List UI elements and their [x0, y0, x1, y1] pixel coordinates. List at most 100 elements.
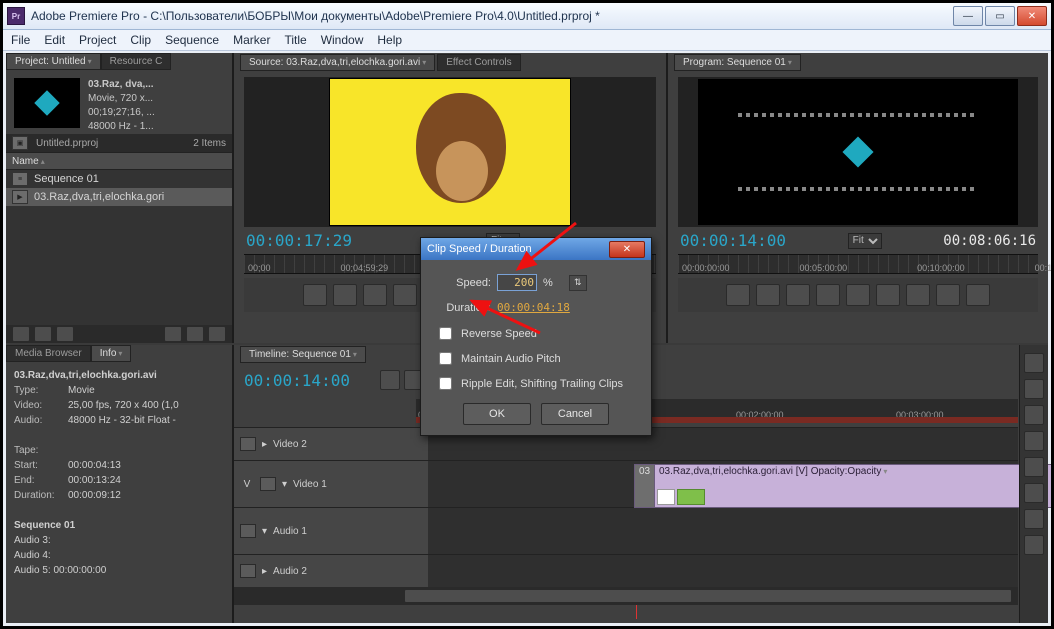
mark-in-button[interactable] [726, 284, 750, 306]
project-file: Untitled.prproj [36, 138, 98, 149]
menu-file[interactable]: File [11, 33, 30, 47]
mark-in-button[interactable] [303, 284, 327, 306]
percent-label: % [543, 277, 553, 289]
track-audio-1: ▾Audio 1 [234, 507, 1018, 554]
new-bin-button[interactable] [164, 326, 182, 342]
app-icon: Pr [7, 7, 25, 25]
clip-thumb-icon [657, 489, 675, 505]
maintain-pitch-label: Maintain Audio Pitch [461, 353, 561, 365]
tab-source[interactable]: Source: 03.Raz,dva,tri,elochka.gori.avi▾ [240, 54, 435, 71]
info-extra-2: Audio 4: [14, 550, 51, 561]
clip-segment[interactable]: 03.Raz,dva,tri,elochka.gori.avi [V] Opac… [654, 464, 1054, 508]
tab-resource[interactable]: Resource C [101, 53, 172, 70]
source-timecode[interactable]: 00:00:17:29 [246, 231, 352, 250]
selection-tool[interactable] [1024, 353, 1044, 373]
mark-out-button[interactable] [756, 284, 780, 306]
minimize-button[interactable]: — [953, 6, 983, 26]
program-timecode-left[interactable]: 00:00:14:00 [680, 231, 786, 250]
export-frame-button[interactable] [966, 284, 990, 306]
dialog-close-button[interactable]: ✕ [609, 241, 645, 258]
track-body[interactable] [428, 555, 1018, 587]
razor-tool[interactable] [1024, 431, 1044, 451]
menu-title[interactable]: Title [284, 33, 306, 47]
tab-project[interactable]: Project: Untitled▾ [6, 53, 101, 70]
program-zoom[interactable]: Fit [848, 233, 882, 249]
hand-tool[interactable] [1024, 509, 1044, 529]
clip-meta-1: Movie, 720 x... [88, 93, 153, 104]
tab-info[interactable]: Info▾ [91, 345, 132, 362]
ok-button[interactable]: OK [463, 403, 531, 425]
dialog-title: Clip Speed / Duration [427, 243, 532, 255]
track-body[interactable] [428, 508, 1018, 554]
sequence-icon: ≡ [12, 172, 28, 186]
ripple-edit-checkbox[interactable] [439, 377, 452, 390]
mark-out-button[interactable] [333, 284, 357, 306]
clip-title: 03.Raz, dva,... [88, 79, 154, 90]
speaker-icon[interactable] [240, 564, 256, 578]
cancel-button[interactable]: Cancel [541, 403, 609, 425]
pen-tool[interactable] [1024, 483, 1044, 503]
speed-input[interactable] [497, 274, 537, 291]
slip-tool[interactable] [1024, 457, 1044, 477]
loop-button[interactable] [876, 284, 900, 306]
clip-meta-2: 00;19;27;16, ... [88, 107, 155, 118]
goto-in-button[interactable] [363, 284, 387, 306]
tab-media-browser[interactable]: Media Browser [6, 345, 91, 362]
program-ruler[interactable]: 00:00:00:00 00:05:00:00 00:10:00:00 00:1… [678, 254, 1038, 274]
menu-sequence[interactable]: Sequence [165, 33, 219, 47]
clip-label: 03.Raz,dva,tri,elochka.gori.avi [V] Opac… [659, 466, 881, 477]
step-fwd-button[interactable] [846, 284, 870, 306]
reverse-speed-checkbox[interactable] [439, 327, 452, 340]
maintain-pitch-checkbox[interactable] [439, 352, 452, 365]
menu-edit[interactable]: Edit [44, 33, 65, 47]
list-item-label: Sequence 01 [34, 173, 99, 185]
step-back-button[interactable] [786, 284, 810, 306]
snap-button[interactable] [380, 370, 400, 390]
list-item[interactable]: ▶ 03.Raz,dva,tri,elochka.gori [6, 188, 232, 206]
info-extra-3: Audio 5: 00:00:00:00 [14, 565, 106, 576]
zoom-scrollbar[interactable] [404, 589, 1012, 603]
close-button[interactable]: ✕ [1017, 6, 1047, 26]
menu-marker[interactable]: Marker [233, 33, 270, 47]
ripple-tool[interactable] [1024, 405, 1044, 425]
menu-help[interactable]: Help [377, 33, 402, 47]
track-group: V [240, 479, 254, 490]
list-view-button[interactable] [12, 326, 30, 342]
menu-project[interactable]: Project [79, 33, 116, 47]
lift-button[interactable] [906, 284, 930, 306]
eye-icon[interactable] [260, 477, 276, 491]
track-select-tool[interactable] [1024, 379, 1044, 399]
duration-value[interactable]: 00:00:04:18 [497, 301, 570, 314]
step-back-button[interactable] [393, 284, 417, 306]
eye-icon[interactable] [240, 437, 256, 451]
clip-meta-3: 48000 Hz - 1... [88, 121, 154, 132]
menu-window[interactable]: Window [321, 33, 364, 47]
track-body[interactable]: 03 03.Raz,dva,tri,elochka.gori.avi [V] O… [428, 461, 1018, 507]
list-item[interactable]: ≡ Sequence 01 [6, 170, 232, 188]
title-sep: - [140, 9, 151, 23]
track-label: Video 2 [273, 439, 307, 450]
program-monitor[interactable] [678, 77, 1038, 227]
tab-effect-controls[interactable]: Effect Controls [437, 54, 520, 71]
link-icon[interactable]: ⇅ [569, 275, 587, 291]
new-item-button[interactable] [186, 326, 204, 342]
timeline-timecode[interactable]: 00:00:14:00 [244, 371, 350, 390]
window-titlebar: Pr Adobe Premiere Pro - C:\Пользователи\… [3, 3, 1051, 30]
info-end: 00:00:13:24 [68, 475, 121, 486]
play-button[interactable] [816, 284, 840, 306]
bin-icon[interactable]: ▣ [12, 136, 28, 150]
tab-program[interactable]: Program: Sequence 01▾ [674, 54, 801, 71]
find-button[interactable] [56, 326, 74, 342]
speaker-icon[interactable] [240, 524, 256, 538]
menu-clip[interactable]: Clip [130, 33, 151, 47]
extract-button[interactable] [936, 284, 960, 306]
maximize-button[interactable]: ▭ [985, 6, 1015, 26]
tab-timeline[interactable]: Timeline: Sequence 01▾ [240, 346, 366, 363]
zoom-tool[interactable] [1024, 535, 1044, 555]
source-monitor[interactable] [244, 77, 656, 227]
track-video-1: V ▾ Video 1 03 03.Raz,dva,tri,elochka.go… [234, 460, 1018, 507]
trash-button[interactable] [208, 326, 226, 342]
column-name[interactable]: Name ▴ [6, 152, 232, 170]
icon-view-button[interactable] [34, 326, 52, 342]
clip-speed-dialog: Clip Speed / Duration ✕ Speed: % ⇅ Durat… [420, 237, 652, 436]
